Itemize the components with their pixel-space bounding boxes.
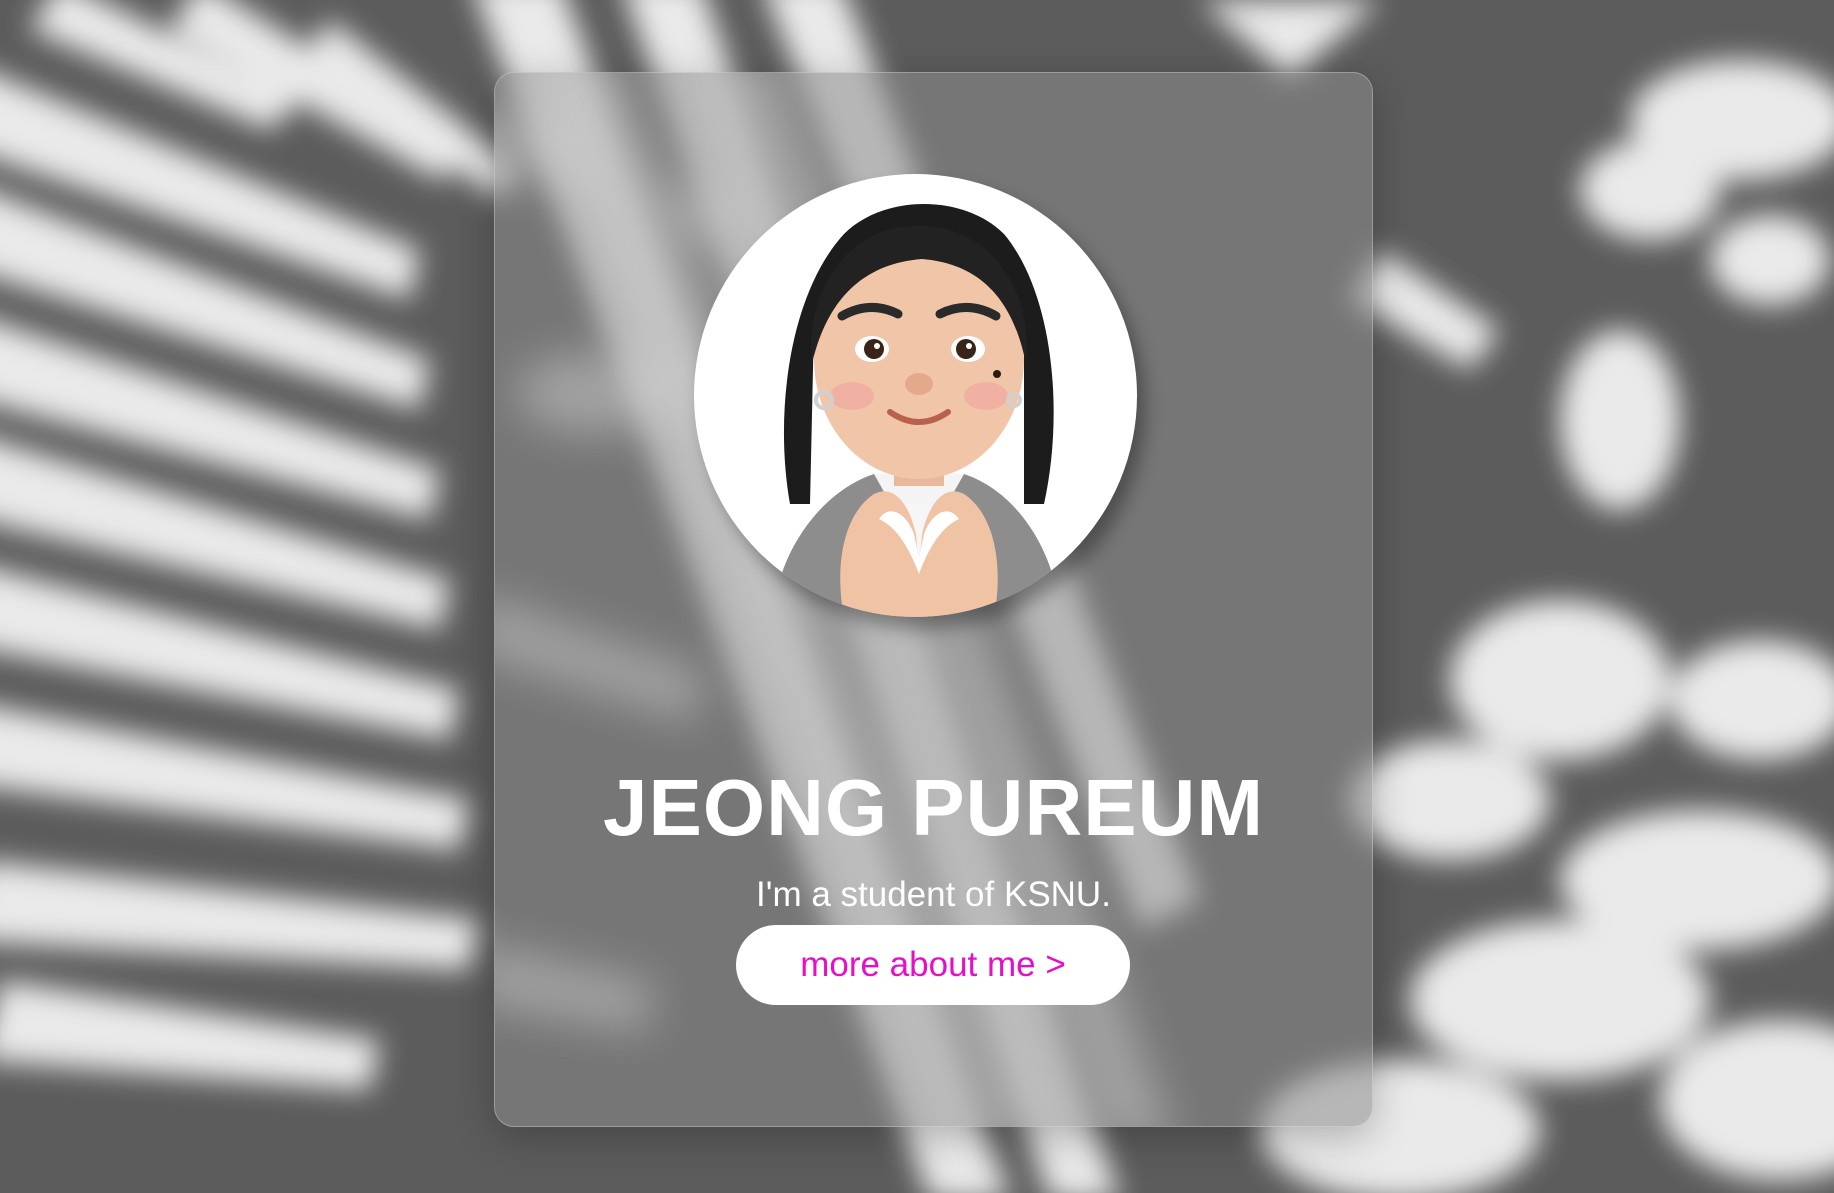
profile-name: JEONG PUREUM xyxy=(603,763,1264,852)
memoji-avatar-icon xyxy=(774,204,1059,617)
avatar xyxy=(694,174,1137,617)
more-about-me-button[interactable]: more about me > xyxy=(736,925,1130,1005)
profile-card: JEONG PUREUM I'm a student of KSNU. more… xyxy=(494,72,1373,1127)
profile-subtitle: I'm a student of KSNU. xyxy=(756,875,1111,914)
